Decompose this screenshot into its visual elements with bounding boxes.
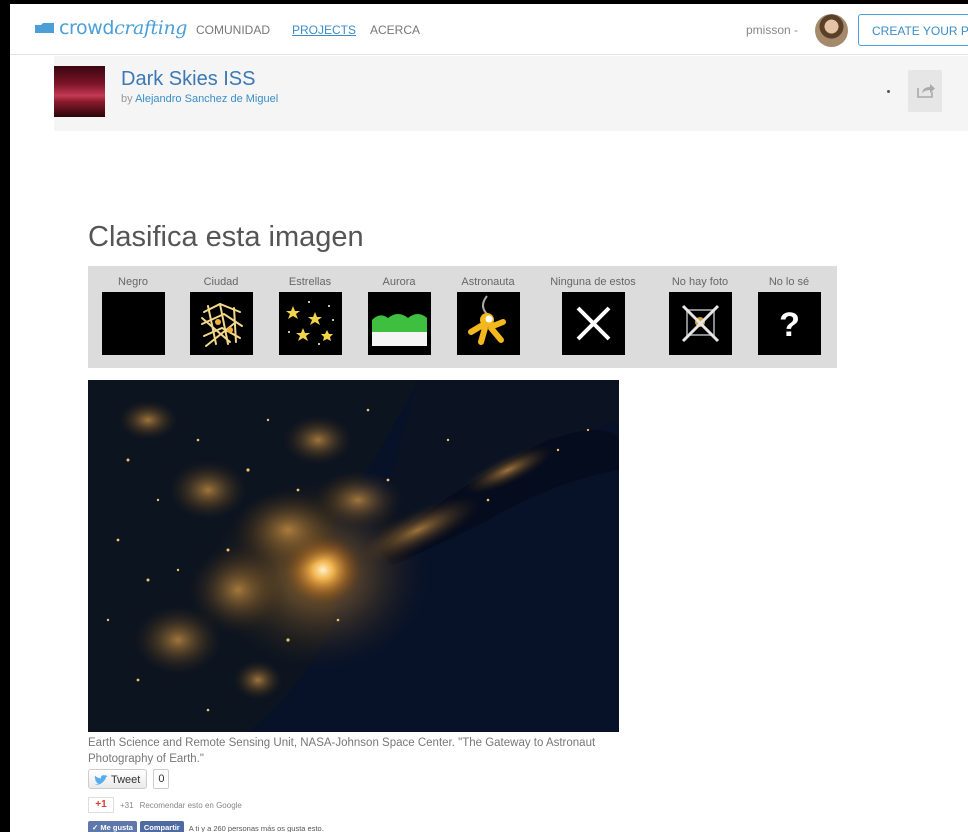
tweet-count: 0 [153, 769, 170, 789]
category-aurora[interactable]: Aurora [362, 276, 436, 355]
logo-text-plain: crowd [59, 17, 115, 39]
category-no-lo-se[interactable]: No lo sé ? [752, 276, 826, 355]
twitter-bird-icon [94, 774, 108, 785]
facebook-share-button[interactable]: Compartir [139, 821, 184, 832]
google-plus-count: +31 [120, 800, 134, 810]
page-title: Clasifica esta imagen [88, 221, 364, 253]
facebook-like-button[interactable]: ✓ Me gusta [88, 821, 137, 832]
author-link[interactable]: Alejandro Sanchez de Miguel [135, 93, 278, 105]
stars-icon [278, 292, 342, 355]
task-photo [88, 380, 619, 732]
x-icon [561, 292, 625, 355]
avatar[interactable] [815, 14, 848, 47]
project-thumbnail[interactable] [54, 66, 105, 117]
byline-prefix: by [121, 93, 133, 105]
folder-logo-icon [35, 23, 54, 33]
city-icon [189, 292, 253, 355]
project-header: Dark Skies ISS by Alejandro Sanchez de M… [54, 56, 968, 131]
question-icon: ? [757, 292, 821, 355]
nav-link-comunidad[interactable]: COMUNIDAD [196, 23, 270, 37]
logo-text-script: crafting [114, 17, 188, 39]
facebook-widget: ✓ Me gusta Compartir A ti y a 260 person… [88, 821, 324, 832]
tweet-widget: Tweet 0 [88, 769, 170, 789]
aurora-icon [367, 292, 431, 355]
category-label: Negro [118, 276, 148, 288]
category-label: No lo sé [768, 276, 810, 288]
night-city-photo [88, 380, 619, 732]
share-icon [917, 84, 935, 98]
category-negro[interactable]: Negro [96, 276, 170, 355]
category-label: Aurora [382, 276, 416, 288]
google-plus-widget: +1 +31 Recomendar esto en Google [88, 797, 242, 813]
tweet-button[interactable]: Tweet [88, 769, 148, 789]
category-label: No hay foto [671, 276, 729, 288]
logo-text: crowdcrafting [59, 17, 187, 39]
category-label: Estrellas [288, 276, 332, 288]
photo-caption: Earth Science and Remote Sensing Unit, N… [88, 737, 596, 765]
facebook-like-label: Me gusta [100, 823, 133, 832]
nav-link-acerca[interactable]: ACERCA [370, 23, 420, 37]
category-label: Astronauta [461, 276, 515, 288]
browser-page: crowdcrafting COMUNIDAD PROJECTS ACERCA … [10, 4, 968, 832]
facebook-like-text: A ti y a 260 personas más os gusta esto. [188, 823, 324, 832]
nav-link-projects[interactable]: PROJECTS [292, 23, 356, 37]
category-estrellas[interactable]: Estrellas [273, 276, 347, 355]
category-bar: Negro Ciudad Estrellas Aurora Astronauta… [88, 266, 837, 368]
astronaut-icon [456, 292, 520, 355]
google-plus-button[interactable]: +1 [88, 797, 114, 813]
project-title[interactable]: Dark Skies ISS [121, 68, 255, 91]
category-label: Ciudad [203, 276, 239, 288]
no-photo-icon [668, 292, 732, 355]
category-no-hay-foto[interactable]: No hay foto [663, 276, 737, 355]
project-byline: by Alejandro Sanchez de Miguel [121, 93, 278, 105]
black-square-icon [101, 292, 165, 355]
svg-text:?: ? [779, 306, 800, 344]
category-ciudad[interactable]: Ciudad [184, 276, 258, 355]
top-navbar: crowdcrafting COMUNIDAD PROJECTS ACERCA … [10, 4, 968, 55]
task-area: Clasifica esta imagen Negro Ciudad Estre… [54, 131, 968, 832]
tweet-label: Tweet [111, 774, 141, 786]
create-project-button[interactable]: CREATE YOUR PRO [858, 14, 968, 46]
user-menu[interactable]: pmisson - [746, 23, 798, 37]
category-label: Ninguna de estos [550, 276, 636, 288]
category-ninguna[interactable]: Ninguna de estos [547, 276, 639, 355]
share-button[interactable] [908, 70, 942, 112]
category-astronauta[interactable]: Astronauta [451, 276, 525, 355]
separator-dot [887, 90, 890, 93]
crowdcrafting-logo[interactable]: crowdcrafting [34, 17, 187, 39]
google-plus-text: Recomendar esto en Google [139, 800, 242, 810]
